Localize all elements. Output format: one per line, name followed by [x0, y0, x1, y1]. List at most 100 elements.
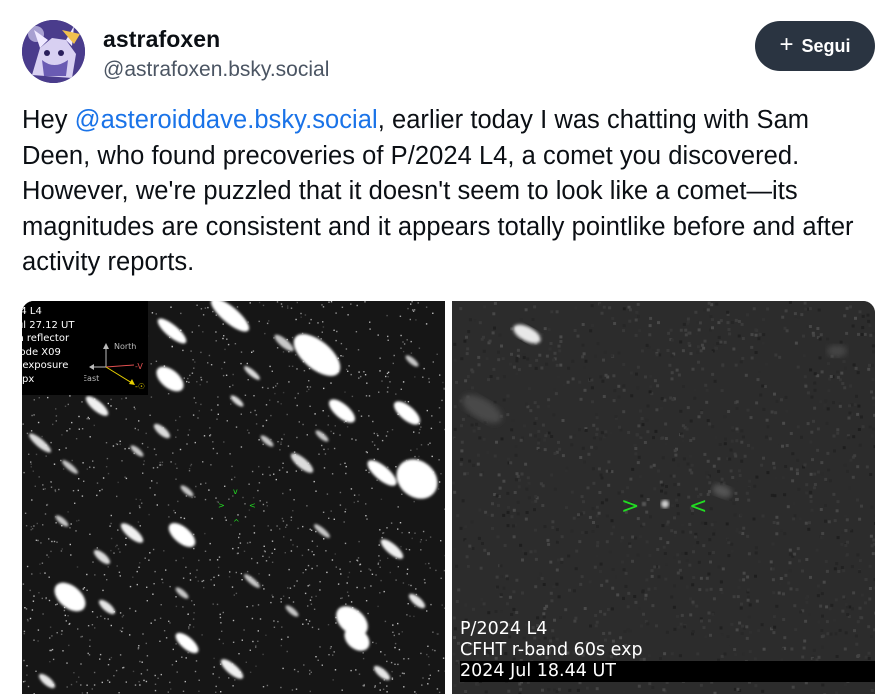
mention-link[interactable]: @asteroiddave.bsky.social	[75, 106, 378, 134]
noise-speck	[365, 515, 367, 517]
noise-speck	[269, 474, 271, 476]
noise-speck	[503, 544, 507, 547]
avatar[interactable]	[22, 20, 85, 83]
noise-speck	[410, 352, 413, 354]
noise-speck	[128, 447, 130, 450]
noise-speck	[153, 448, 156, 450]
noise-speck	[311, 550, 313, 553]
noise-speck	[252, 640, 254, 643]
noise-speck	[155, 313, 157, 315]
noise-speck	[863, 332, 867, 336]
noise-speck	[151, 312, 154, 314]
noise-speck	[482, 602, 486, 606]
noise-speck	[791, 685, 795, 689]
noise-speck	[803, 463, 807, 467]
noise-speck	[330, 382, 332, 384]
noise-speck	[440, 577, 442, 579]
noise-speck	[872, 350, 875, 354]
noise-speck	[365, 503, 367, 505]
noise-speck	[833, 567, 837, 571]
noise-speck	[424, 563, 427, 565]
noise-speck	[411, 537, 413, 540]
noise-speck	[733, 513, 737, 517]
noise-speck	[350, 669, 352, 672]
noise-speck	[514, 445, 518, 449]
author-handle[interactable]: @astrafoxen.bsky.social	[103, 58, 329, 82]
noise-speck	[154, 683, 157, 685]
noise-speck	[681, 439, 685, 443]
noise-speck	[644, 593, 648, 597]
noise-speck	[557, 375, 560, 379]
post-image-left[interactable]: v > < ^ 24 L4 Jul 27.12 UT m reflector c…	[22, 301, 445, 694]
noise-speck	[411, 301, 413, 303]
noise-speck	[37, 421, 40, 424]
noise-speck	[380, 498, 383, 500]
noise-speck	[711, 318, 714, 322]
noise-speck	[752, 307, 756, 311]
noise-speck	[36, 522, 38, 525]
noise-speck	[168, 620, 170, 622]
noise-speck	[290, 307, 293, 309]
noise-speck	[553, 487, 557, 491]
noise-speck	[543, 327, 547, 331]
noise-speck	[119, 575, 121, 577]
noise-speck	[403, 658, 405, 660]
noise-speck	[112, 445, 115, 447]
noise-speck	[598, 491, 602, 494]
noise-speck	[420, 426, 422, 428]
noise-speck	[717, 457, 721, 461]
noise-speck	[263, 545, 265, 547]
noise-speck	[262, 425, 264, 427]
noise-speck	[787, 581, 791, 585]
noise-speck	[253, 532, 256, 534]
noise-speck	[842, 360, 846, 364]
noise-speck	[741, 337, 745, 340]
noise-speck	[179, 448, 182, 451]
noise-speck	[860, 504, 863, 508]
noise-speck	[763, 385, 767, 388]
noise-speck	[579, 397, 583, 401]
noise-speck	[599, 562, 603, 566]
noise-speck	[240, 413, 242, 415]
noise-speck	[734, 363, 738, 367]
noise-speck	[53, 540, 56, 543]
noise-speck	[67, 403, 69, 406]
noise-speck	[402, 381, 405, 383]
author-name[interactable]: astrafoxen	[103, 26, 220, 53]
noise-speck	[287, 307, 289, 309]
noise-speck	[696, 345, 700, 349]
noise-speck	[713, 520, 717, 524]
noise-speck	[204, 307, 207, 309]
noise-speck	[651, 686, 655, 689]
noise-speck	[179, 416, 181, 418]
noise-speck	[268, 556, 270, 558]
noise-speck	[66, 430, 68, 432]
noise-speck	[149, 487, 151, 489]
noise-speck	[200, 379, 203, 381]
noise-speck	[837, 570, 841, 573]
post-image-right[interactable]: > < P/2024 L4 CFHT r-band 60s exp 2024 J…	[452, 301, 875, 694]
noise-speck	[115, 408, 118, 410]
noise-speck	[369, 321, 371, 323]
noise-speck	[824, 504, 827, 507]
noise-speck	[247, 379, 249, 381]
noise-speck	[706, 312, 710, 316]
noise-speck	[86, 684, 88, 686]
noise-speck	[23, 659, 25, 662]
noise-speck	[507, 457, 510, 461]
noise-speck	[282, 462, 284, 464]
noise-speck	[693, 396, 697, 400]
noise-speck	[159, 461, 161, 464]
noise-speck	[512, 436, 515, 440]
noise-speck	[725, 522, 729, 526]
noise-speck	[619, 428, 623, 432]
noise-speck	[494, 610, 498, 613]
noise-speck	[667, 331, 671, 335]
noise-speck	[248, 483, 250, 485]
noise-speck	[189, 465, 192, 467]
follow-button[interactable]: + Segui	[755, 21, 875, 71]
noise-speck	[583, 388, 587, 392]
noise-speck	[217, 566, 220, 569]
noise-speck	[358, 377, 360, 379]
noise-speck	[542, 583, 546, 586]
